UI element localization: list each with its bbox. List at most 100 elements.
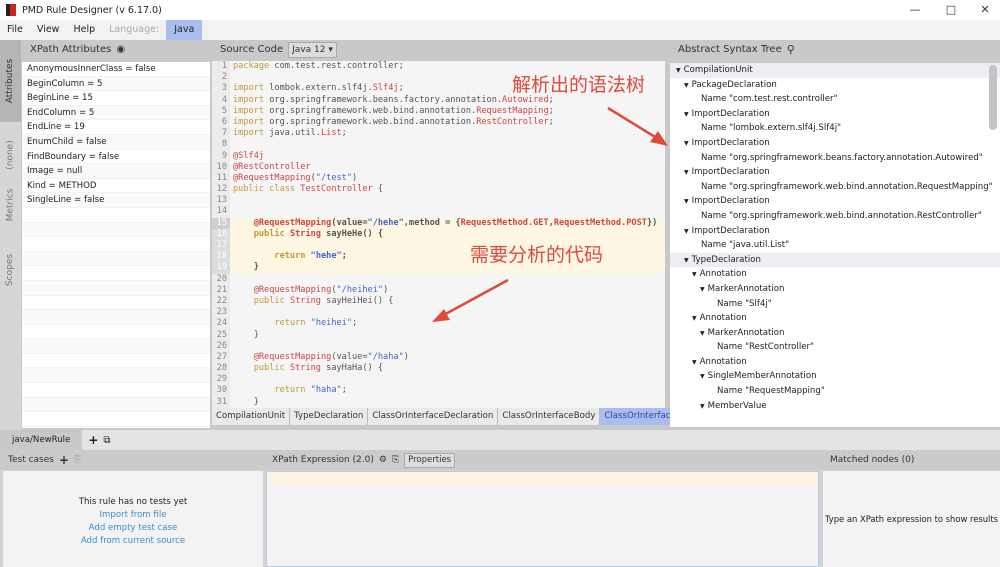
menu-file[interactable]: File <box>0 20 30 40</box>
minimize-button[interactable]: — <box>898 0 932 20</box>
expand-triangle-icon[interactable]: ▼ <box>684 169 689 176</box>
expand-triangle-icon[interactable]: ▼ <box>684 228 689 235</box>
attribute-row[interactable]: EndColumn = 5 <box>22 105 210 121</box>
line-number: 12 <box>212 184 230 196</box>
expand-triangle-icon[interactable]: ▼ <box>676 67 681 74</box>
ast-node[interactable]: ▼ CompilationUnit <box>670 63 1000 78</box>
expand-triangle-icon[interactable]: ▼ <box>700 403 705 410</box>
attribute-row[interactable]: EnumChild = false <box>22 134 210 150</box>
menu-help[interactable]: Help <box>66 20 102 40</box>
code-token: ; <box>341 251 347 262</box>
ast-node[interactable]: Name "lombok.extern.slf4j.Slf4j" <box>670 121 1000 136</box>
ast-node[interactable]: Name "com.test.rest.controller" <box>670 92 1000 107</box>
expand-triangle-icon[interactable]: ▼ <box>684 82 689 89</box>
ast-node[interactable]: ▼ ImportDeclaration <box>670 224 1000 239</box>
ast-node[interactable]: ▼ MarkerAnnotation <box>670 326 1000 341</box>
menu-view[interactable]: View <box>30 20 67 40</box>
code-editor[interactable]: 1 package com.test.rest.controller; 2 3 impo… <box>212 61 665 408</box>
ast-node[interactable]: ▼ TypeDeclaration <box>670 252 1000 268</box>
search-icon[interactable]: ⚲ <box>787 40 795 60</box>
ast-node[interactable]: ▼ ImportDeclaration <box>670 165 1000 180</box>
tab-metrics[interactable]: Metrics <box>0 180 21 230</box>
ast-node[interactable]: ▼ MarkerAnnotation <box>670 282 1000 297</box>
import-from-file-link[interactable]: Import from file <box>3 510 263 520</box>
line-number: 28 <box>212 363 230 375</box>
code-line: 14 <box>212 206 665 218</box>
expand-triangle-icon[interactable]: ▼ <box>700 330 705 337</box>
expand-triangle-icon[interactable]: ▼ <box>692 315 697 322</box>
rule-tab[interactable]: java/NewRule <box>0 430 83 450</box>
attribute-row[interactable]: Kind = METHOD <box>22 179 210 194</box>
line-number: 29 <box>212 374 230 386</box>
breadcrumb-item[interactable]: ClassOrInterfaceBody <box>498 408 601 425</box>
ast-node[interactable]: ▼ MemberValue <box>670 399 1000 414</box>
scrollbar[interactable] <box>989 65 997 130</box>
close-button[interactable]: ✕ <box>968 0 1000 20</box>
expand-triangle-icon[interactable]: ▼ <box>684 257 689 264</box>
add-from-source-link[interactable]: Add from current source <box>3 536 263 546</box>
code-line: 5 import org.springframework.web.bind.ann… <box>212 105 665 117</box>
attribute-row[interactable]: FindBoundary = false <box>22 150 210 165</box>
properties-button[interactable]: Properties <box>404 452 456 468</box>
java-version-select[interactable]: Java 12 ▾ <box>288 42 337 58</box>
tab-attributes[interactable]: Attributes <box>0 40 21 122</box>
expand-triangle-icon[interactable]: ▼ <box>692 359 697 366</box>
add-test-icon[interactable]: + <box>59 450 69 470</box>
tab-scopes[interactable]: Scopes <box>0 240 21 300</box>
ast-node[interactable]: Name "java.util.List" <box>670 238 1000 253</box>
maximize-button[interactable]: □ <box>934 0 968 20</box>
duplicate-rule-icon[interactable]: ⧉ <box>103 435 110 446</box>
breadcrumb-item[interactable]: ClassOrInterfaceDeclaration <box>368 408 499 425</box>
ast-node[interactable]: ▼ Annotation <box>670 355 1000 370</box>
ast-node[interactable]: ▼ SingleMemberAnnotation <box>670 369 1000 384</box>
add-empty-test-link[interactable]: Add empty test case <box>3 523 263 533</box>
code-line: 12 public class TestController { <box>212 184 665 196</box>
attribute-row[interactable]: SingleLine = false <box>22 193 210 208</box>
ast-node[interactable]: ▼ ImportDeclaration <box>670 136 1000 151</box>
ast-node[interactable]: ▼ Annotation <box>670 311 1000 326</box>
xpath-expression-input[interactable] <box>266 471 819 567</box>
expand-triangle-icon[interactable]: ▼ <box>700 286 705 293</box>
breadcrumb-item[interactable]: CompilationUnit <box>212 408 291 425</box>
eye-slash-icon[interactable]: ◉ <box>116 40 125 60</box>
language-selector[interactable]: Java <box>166 20 203 40</box>
attribute-row[interactable]: EndLine = 19 <box>22 120 210 135</box>
ast-node[interactable]: ▼ ImportDeclaration <box>670 194 1000 209</box>
xpath-current-line <box>267 472 818 485</box>
export-icon[interactable]: ⎘ <box>392 450 399 470</box>
ast-node-label: Name "java.util.List" <box>701 240 790 251</box>
tab-none[interactable]: (none) <box>0 130 21 180</box>
breadcrumb-item[interactable]: TypeDeclaration <box>290 408 369 425</box>
export-tests-icon[interactable]: ⎘ <box>74 450 81 470</box>
ast-node[interactable]: Name "org.springframework.web.bind.annot… <box>670 209 1000 224</box>
expand-triangle-icon[interactable]: ▼ <box>684 111 689 118</box>
ast-node[interactable]: ▼ PackageDeclaration <box>670 78 1000 93</box>
code-token: List <box>320 128 342 139</box>
attribute-row[interactable]: BeginColumn = 5 <box>22 76 210 92</box>
window-title: PMD Rule Designer (v 6.17.0) <box>22 4 162 16</box>
expand-triangle-icon[interactable]: ▼ <box>684 198 689 205</box>
ast-node[interactable]: Name "Slf4j" <box>670 297 1000 312</box>
line-number: 16 <box>212 228 230 240</box>
gear-icon[interactable]: ⚙ <box>379 450 387 470</box>
attribute-list: AnonymousInnerClass = false BeginColumn =… <box>22 62 210 428</box>
ast-node[interactable]: Name "org.springframework.web.bind.annot… <box>670 180 1000 195</box>
expand-triangle-icon[interactable]: ▼ <box>692 271 697 278</box>
ast-node[interactable]: ▼ ImportDeclaration <box>670 107 1000 122</box>
ast-node-label: Name "org.springframework.beans.factory.… <box>701 152 983 163</box>
add-rule-icon[interactable]: + <box>88 433 98 447</box>
expand-triangle-icon[interactable]: ▼ <box>700 373 705 380</box>
expand-triangle-icon[interactable]: ▼ <box>684 140 689 147</box>
ast-node[interactable]: Name "RequestMapping" <box>670 384 1000 399</box>
tree-annotation: 解析出的语法树 <box>512 74 646 96</box>
attribute-row[interactable]: Image = null <box>22 164 210 179</box>
code-token: @RestController <box>233 161 311 172</box>
code-line: 11 @RequestMapping("/test") <box>212 172 665 185</box>
code-token: com.test.rest.controller; <box>269 61 404 71</box>
attribute-row[interactable]: AnonymousInnerClass = false <box>22 62 210 77</box>
ast-node[interactable]: Name "RestController" <box>670 340 1000 355</box>
attribute-row[interactable]: BeginLine = 15 <box>22 91 210 106</box>
ast-node[interactable]: Name "org.springframework.beans.factory.… <box>670 151 1000 166</box>
ast-node[interactable]: ▼ Annotation <box>670 267 1000 282</box>
code-token: TestController <box>300 184 373 195</box>
